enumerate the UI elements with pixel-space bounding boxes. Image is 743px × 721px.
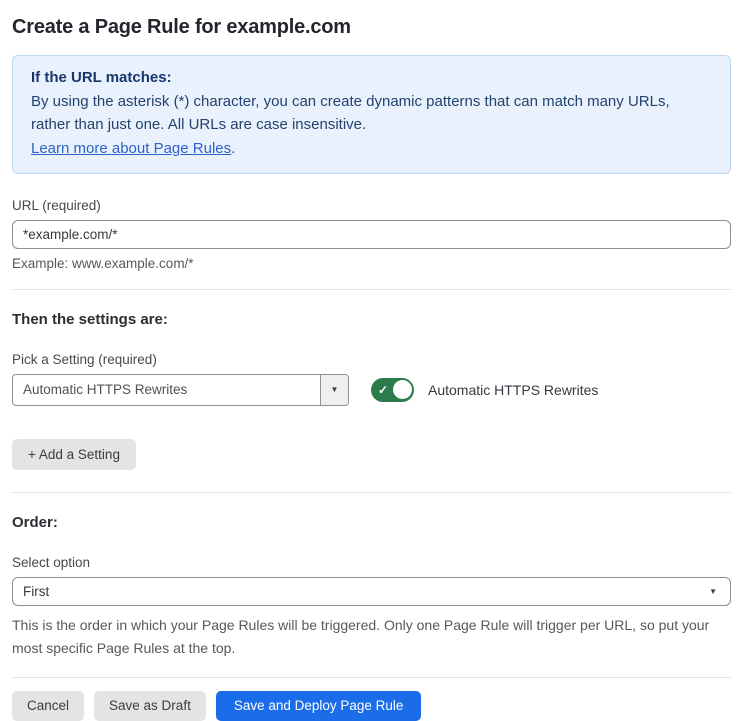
toggle-label: Automatic HTTPS Rewrites (428, 381, 599, 398)
info-box-heading: If the URL matches: (31, 69, 172, 86)
url-matches-info-box: If the URL matches: By using the asteris… (12, 55, 731, 174)
chevron-down-icon: ▼ (709, 587, 717, 597)
url-example-helper: Example: www.example.com/* (12, 255, 194, 271)
order-select-label: Select option (12, 555, 91, 571)
https-rewrites-toggle[interactable]: ✓ (371, 377, 414, 402)
setting-select-arrow-button[interactable]: ▼ (320, 374, 348, 405)
page-rule-form: Create a Page Rule for example.com If th… (0, 0, 743, 721)
pick-setting-label: Pick a Setting (required) (12, 351, 157, 367)
order-helper-text: This is the order in which your Page Rul… (12, 617, 710, 656)
page-title: Create a Page Rule for example.com (12, 16, 351, 38)
settings-section-heading: Then the settings are: (12, 310, 168, 328)
footer-actions: Cancel Save as Draft Save and Deploy Pag… (12, 691, 731, 721)
divider (12, 677, 731, 679)
order-select[interactable]: First ▼ (12, 577, 731, 607)
order-select-value: First (23, 584, 50, 600)
divider (12, 492, 731, 494)
cancel-button[interactable]: Cancel (12, 691, 85, 721)
toggle-knob (392, 380, 412, 400)
save-and-deploy-button[interactable]: Save and Deploy Page Rule (215, 691, 422, 721)
setting-select[interactable]: Automatic HTTPS Rewrites ▼ (12, 373, 349, 406)
check-icon: ✓ (378, 382, 389, 397)
info-box-body: By using the asterisk (*) character, you… (31, 92, 670, 134)
save-as-draft-button[interactable]: Save as Draft (94, 691, 206, 721)
url-field-label: URL (required) (12, 197, 101, 213)
url-input[interactable] (12, 219, 731, 249)
add-setting-button[interactable]: + Add a Setting (12, 438, 136, 471)
learn-more-link[interactable]: Learn more about Page Rules (31, 140, 231, 157)
link-suffix: . (231, 140, 236, 158)
info-box-link-line: Learn more about Page Rules. (31, 137, 712, 161)
setting-select-value: Automatic HTTPS Rewrites (23, 381, 188, 397)
order-section-heading: Order: (12, 514, 58, 532)
divider (12, 288, 731, 290)
chevron-down-icon: ▼ (330, 385, 339, 395)
setting-row: Automatic HTTPS Rewrites ▼ ✓ Automatic H… (12, 373, 731, 406)
